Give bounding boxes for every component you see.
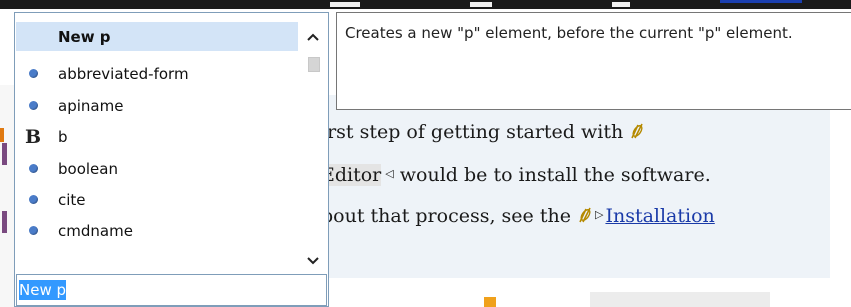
scroll-down-button[interactable] <box>300 250 326 272</box>
list-item-label: New p <box>58 27 111 46</box>
filter-input-value: New p <box>19 280 67 300</box>
bold-b-icon: B <box>24 125 42 148</box>
product-name-icon <box>579 207 591 223</box>
document-bottom-block <box>590 292 770 307</box>
list-item-boolean[interactable]: boolean <box>16 154 298 183</box>
document-bottom-marker <box>484 297 496 307</box>
list-item-label: b <box>58 127 68 146</box>
content-completion-popup: New p abbreviated-form apiname B b boole… <box>14 12 329 307</box>
completion-list[interactable]: New p abbreviated-form apiname B b boole… <box>16 14 298 272</box>
list-item-apiname[interactable]: apiname <box>16 91 298 120</box>
document-line-3[interactable]: bout that process, see the ▷ Installation <box>321 205 715 227</box>
product-name-icon <box>631 123 643 139</box>
editor-stage: irst step of getting started with Editor… <box>0 0 851 307</box>
completion-list-scrollbar[interactable] <box>300 14 326 272</box>
list-item-label: apiname <box>58 96 124 115</box>
completion-description-tooltip: Creates a new "p" element, before the cu… <box>336 12 851 110</box>
document-line-3-prefix: bout that process, see the <box>321 205 571 227</box>
element-dot-icon <box>28 164 38 173</box>
list-item-b[interactable]: B b <box>16 122 298 151</box>
tag-start-triangle-icon[interactable]: ▷ <box>595 208 603 221</box>
tooltip-text: Creates a new "p" element, before the cu… <box>345 24 793 42</box>
list-item-label: boolean <box>58 159 118 178</box>
element-dot-icon <box>28 195 38 204</box>
list-item-cite[interactable]: cite <box>16 185 298 214</box>
list-item-new-p[interactable]: New p <box>16 22 298 51</box>
scroll-thumb[interactable] <box>308 57 320 72</box>
document-left-margin <box>0 85 14 307</box>
document-line-2-prefix: Editor <box>321 164 382 186</box>
document-line-2-suffix: would be to install the software. <box>399 164 711 186</box>
document-line-1[interactable]: irst step of getting started with <box>321 121 646 143</box>
margin-marker <box>2 211 7 233</box>
chevron-down-icon <box>307 257 319 265</box>
element-dot-icon <box>28 101 38 110</box>
list-item-abbreviated-form[interactable]: abbreviated-form <box>16 59 298 88</box>
list-item-label: cmdname <box>58 221 133 240</box>
margin-change-marker <box>0 128 4 142</box>
chevron-up-icon <box>307 33 319 41</box>
tag-end-triangle-icon[interactable]: ◁ <box>385 167 393 180</box>
element-dot-icon <box>28 69 38 78</box>
completion-filter-input[interactable]: New p <box>16 274 327 306</box>
list-item-cmdname[interactable]: cmdname <box>16 216 298 245</box>
document-top-link[interactable] <box>720 0 802 3</box>
installation-link[interactable]: Installation <box>605 205 714 227</box>
margin-marker <box>2 143 7 165</box>
list-item-label: abbreviated-form <box>58 64 189 83</box>
scroll-up-button[interactable] <box>300 26 326 48</box>
document-line-1-text: irst step of getting started with <box>321 121 624 143</box>
element-dot-icon <box>28 226 38 235</box>
list-item-label: cite <box>58 190 86 209</box>
document-line-2[interactable]: Editor ◁ would be to install the software… <box>321 164 711 186</box>
